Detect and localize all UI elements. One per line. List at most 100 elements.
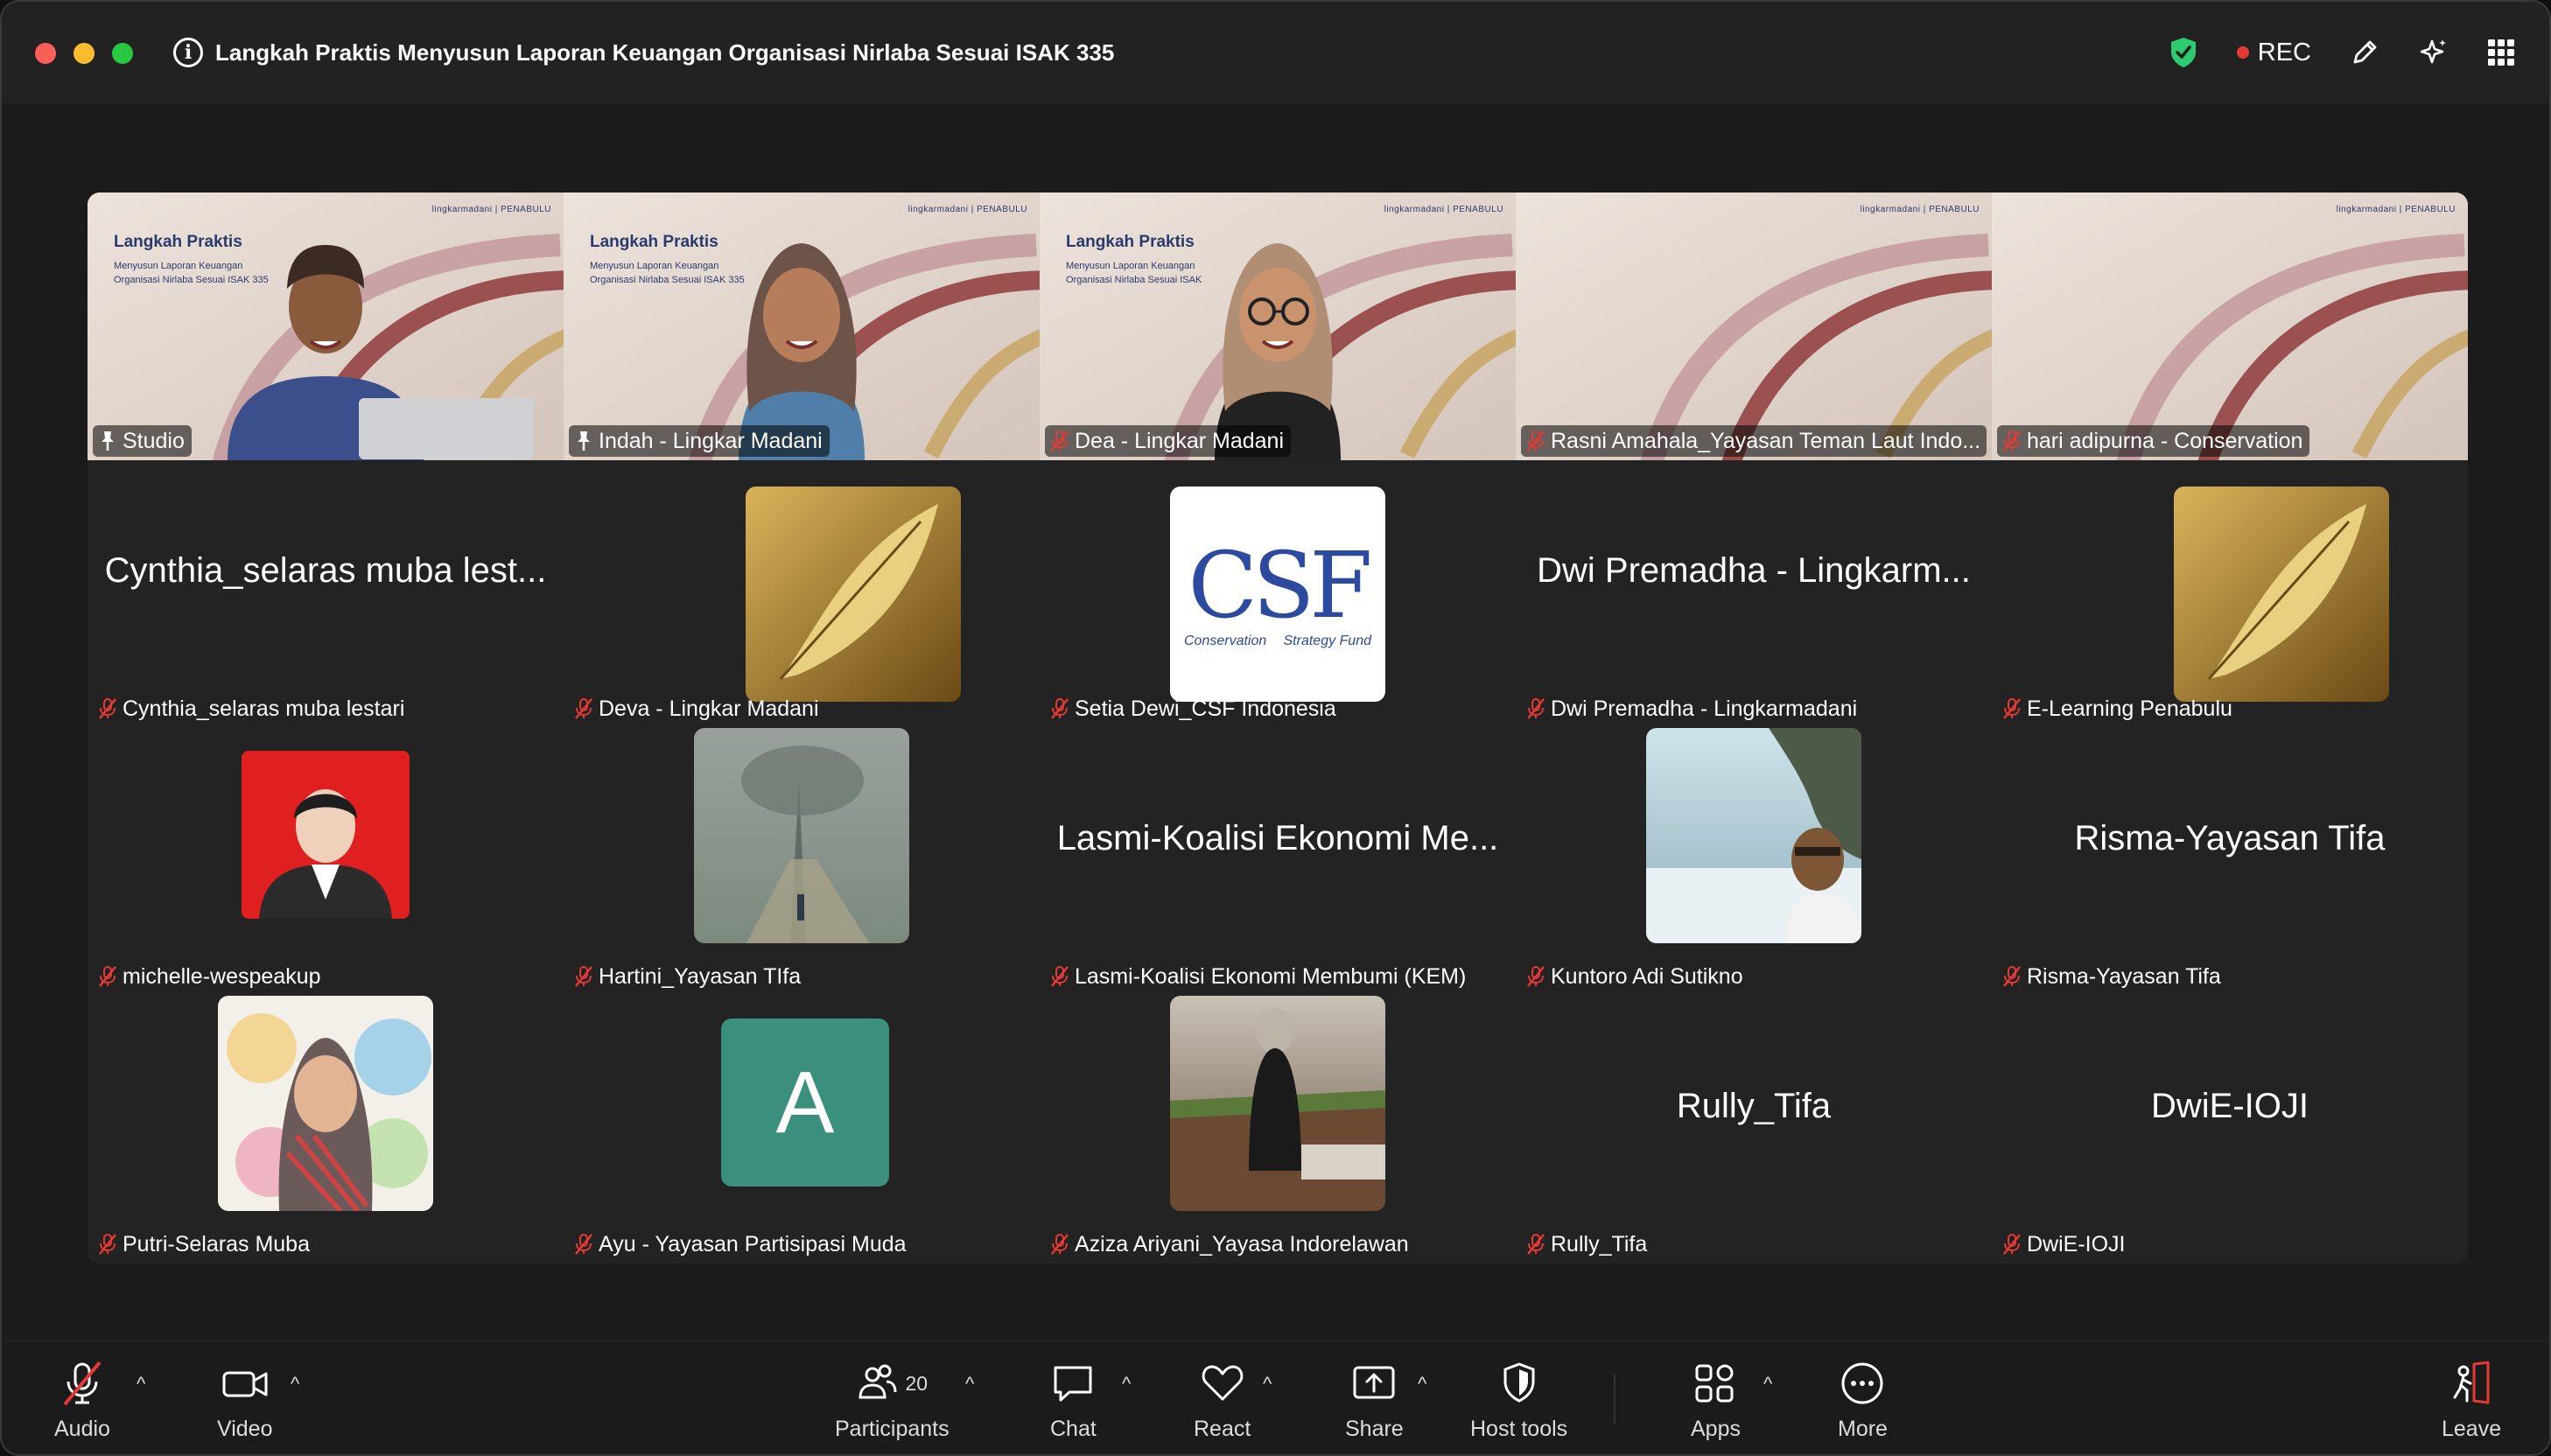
participant-name: Deva - Lingkar Madani	[599, 696, 819, 721]
participant-tile[interactable]: michelle-wespeakup	[88, 728, 564, 996]
mic-muted-icon	[2003, 698, 2021, 719]
security-shield-icon[interactable]	[2169, 36, 2198, 69]
leave-button[interactable]: Leave	[2442, 1359, 2501, 1442]
participant-name: Risma-Yayasan Tifa	[2027, 963, 2221, 989]
mic-muted-icon	[99, 1234, 116, 1255]
profile-photo	[1170, 996, 1385, 1211]
participant-name: Kuntoro Adi Sutikno	[1551, 963, 1743, 989]
participant-name: E-Learning Penabulu	[2027, 696, 2232, 721]
feather-logo-icon	[779, 504, 938, 680]
more-label: More	[1838, 1417, 1888, 1441]
info-icon[interactable]: i	[173, 38, 203, 67]
rec-label: REC	[2257, 38, 2311, 66]
annotate-pencil-icon[interactable]	[2350, 38, 2379, 67]
profile-photo	[694, 728, 909, 943]
apps-button[interactable]: Apps	[1691, 1359, 1741, 1442]
participant-video	[1215, 243, 1341, 460]
chat-bubble-icon	[1054, 1366, 1092, 1402]
maximize-window-button[interactable]	[112, 43, 133, 64]
participant-tile[interactable]: Aziza Ariyani_Yayasa Indorelawan	[1040, 996, 1516, 1264]
zoom-meeting-window: i Langkah Praktis Menyusun Laporan Keuan…	[0, 0, 2551, 1456]
laptop-image	[359, 398, 534, 459]
mic-muted-icon	[1051, 430, 1069, 452]
feather-avatar	[2174, 486, 2389, 702]
participant-name: Hartini_Yayasan TIfa	[599, 963, 802, 989]
meeting-controls-toolbar: Audio ^ Video ^ 20 Participants ^ Chat ^…	[2, 1340, 2549, 1454]
share-label: Share	[1345, 1417, 1404, 1441]
chat-label: Chat	[1050, 1417, 1097, 1441]
csf-logo-avatar: CSF Conservation Strategy Fund	[1170, 486, 1385, 702]
audio-options-chevron-icon[interactable]: ^	[137, 1373, 145, 1396]
participant-tile[interactable]: Langkah Praktis Menyusun Laporan Keuangan…	[564, 192, 1040, 460]
participant-tile[interactable]: Dwi Premadha - Lingkarm... Dwi Premadha -…	[1516, 460, 1992, 728]
share-options-chevron-icon[interactable]: ^	[1418, 1373, 1426, 1396]
profile-photo-image	[259, 789, 392, 919]
participant-name: Dea - Lingkar Madani	[1075, 428, 1285, 453]
participant-count: 20	[905, 1371, 929, 1395]
mic-muted-icon	[1051, 1234, 1069, 1255]
mic-muted-icon	[575, 698, 592, 719]
gallery-grid-icon[interactable]	[2488, 39, 2514, 66]
mic-muted-icon	[99, 966, 116, 987]
participant-tile[interactable]: Putri-Selaras Muba	[88, 996, 564, 1264]
recording-indicator[interactable]: REC	[2236, 38, 2311, 67]
participant-name-label: michelle-wespeakup	[93, 961, 328, 992]
mic-muted-icon	[1527, 966, 1545, 987]
participant-tile[interactable]: lingkarmadani | PENABULU Rasni Amahala_Ya…	[1516, 192, 1992, 460]
participant-name-label: Hartini_Yayasan TIfa	[569, 961, 808, 992]
react-options-chevron-icon[interactable]: ^	[1263, 1373, 1272, 1396]
more-ellipsis-icon	[1841, 1362, 1883, 1404]
participant-display-name: Risma-Yayasan Tifa	[2074, 819, 2386, 858]
participant-name: Putri-Selaras Muba	[123, 1231, 310, 1256]
mic-muted-icon	[2003, 1234, 2021, 1255]
participant-tile[interactable]: Lasmi-Koalisi Ekonomi Me... Lasmi-Koalisi…	[1040, 728, 1516, 996]
participant-name: DwiE-IOJI	[2027, 1231, 2126, 1256]
participant-tile[interactable]: Cynthia_selaras muba lest... Cynthia_sela…	[88, 460, 564, 728]
apps-label: Apps	[1691, 1417, 1741, 1441]
recording-dot-icon	[2236, 46, 2249, 59]
participant-name: Cynthia_selaras muba lestari	[123, 696, 405, 721]
more-button[interactable]: More	[1838, 1359, 1888, 1442]
ai-companion-sparkle-icon[interactable]	[2418, 37, 2449, 68]
close-window-button[interactable]	[35, 43, 56, 64]
participant-name-label: Aziza Ariyani_Yayasa Indorelawan	[1045, 1228, 1416, 1260]
participant-display-name: Dwi Premadha - Lingkarm...	[1537, 551, 1971, 590]
csf-left-text: Conservation	[1184, 634, 1267, 648]
chat-options-chevron-icon[interactable]: ^	[1122, 1373, 1131, 1396]
chat-button[interactable]: Chat	[1050, 1359, 1097, 1442]
slide-logo: lingkarmadani | PENABULU	[1860, 205, 1980, 214]
participants-options-chevron-icon[interactable]: ^	[965, 1373, 974, 1396]
participant-tile[interactable]: E-Learning Penabulu	[1992, 460, 2468, 728]
participant-name-label: Studio	[93, 425, 192, 457]
participant-tile[interactable]: Kuntoro Adi Sutikno	[1516, 728, 1992, 996]
react-button[interactable]: React	[1194, 1359, 1251, 1442]
gallery-view: Langkah Praktis Menyusun Laporan Keuangan…	[88, 192, 2468, 1264]
profile-photo-image	[1646, 728, 1861, 943]
participant-tile[interactable]: Hartini_Yayasan TIfa	[564, 728, 1040, 996]
participant-tile[interactable]: DwiE-IOJI DwiE-IOJI	[1992, 996, 2468, 1264]
participant-tile[interactable]: Risma-Yayasan Tifa Risma-Yayasan Tifa	[1992, 728, 2468, 996]
participant-tile[interactable]: Langkah Praktis Menyusun Laporan Keuangan…	[88, 192, 564, 460]
participant-name-label: Rasni Amahala_Yayasan Teman Laut Indo...	[1521, 425, 1987, 457]
apps-options-chevron-icon[interactable]: ^	[1763, 1373, 1772, 1396]
toolbar-divider	[1614, 1375, 1615, 1424]
participant-tile[interactable]: lingkarmadani | PENABULU hari adipurna - …	[1992, 192, 2468, 460]
participant-tile[interactable]: Deva - Lingkar Madani	[564, 460, 1040, 728]
participant-name-label: Indah - Lingkar Madani	[569, 425, 830, 457]
mic-muted-icon	[1527, 1234, 1545, 1255]
audio-button[interactable]: Audio	[54, 1359, 110, 1442]
host-tools-button[interactable]: Host tools	[1470, 1359, 1567, 1442]
video-button[interactable]: Video	[217, 1359, 273, 1442]
mic-muted-icon	[1527, 698, 1545, 719]
minimize-window-button[interactable]	[74, 43, 95, 64]
mic-muted-icon	[2003, 430, 2021, 452]
participant-tile[interactable]: Langkah Praktis Menyusun Laporan Keuangan…	[1040, 192, 1516, 460]
share-button[interactable]: Share	[1345, 1359, 1404, 1442]
participant-tile[interactable]: CSF Conservation Strategy Fund Setia Dew…	[1040, 460, 1516, 728]
participant-tile[interactable]: A Ayu - Yayasan Partisipasi Muda	[564, 996, 1040, 1264]
video-options-chevron-icon[interactable]: ^	[291, 1373, 299, 1396]
participants-button[interactable]: 20 Participants	[835, 1359, 950, 1442]
participant-name: Setia Dewi_CSF Indonesia	[1075, 696, 1336, 721]
participant-tile[interactable]: Rully_Tifa Rully_Tifa	[1516, 996, 1992, 1264]
host-tools-label: Host tools	[1470, 1417, 1568, 1441]
